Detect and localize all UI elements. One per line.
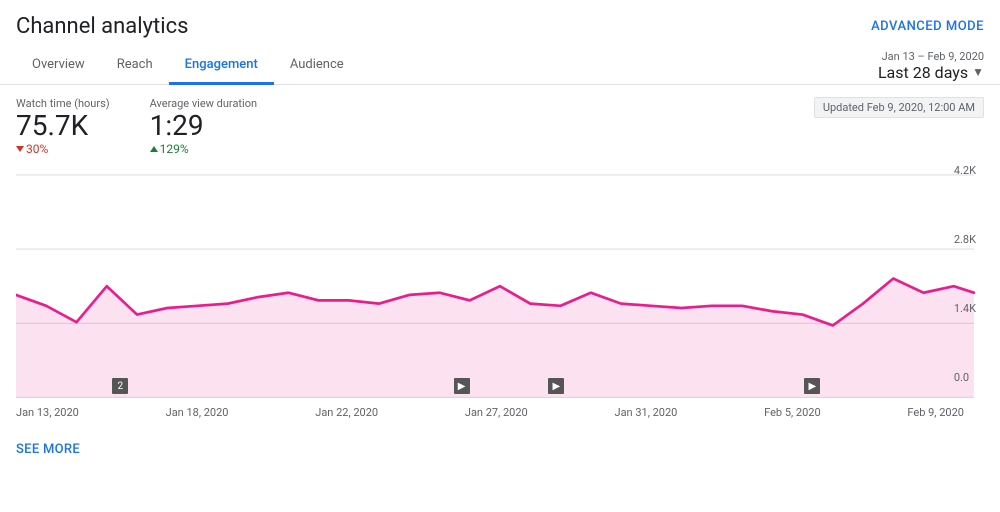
chart-svg bbox=[16, 164, 984, 404]
tabs-bar: Overview Reach Engagement Audience Jan 1… bbox=[0, 47, 1000, 85]
x-axis-labels: Jan 13, 2020 Jan 18, 2020 Jan 22, 2020 J… bbox=[16, 406, 984, 419]
watch-time-change: 30% bbox=[16, 142, 110, 156]
tab-audience[interactable]: Audience bbox=[274, 47, 360, 85]
date-range-label[interactable]: Last 28 days ▼ bbox=[878, 63, 984, 82]
x-label-3: Jan 22, 2020 bbox=[315, 406, 378, 419]
page-header: Channel analytics ADVANCED MODE bbox=[0, 0, 1000, 47]
content-area: Watch time (hours) 75.7K 30% Average vie… bbox=[0, 85, 1000, 469]
video-markers: 2 ▶ ▶ ▶ bbox=[16, 378, 964, 396]
x-label-4: Jan 27, 2020 bbox=[465, 406, 528, 419]
updated-badge: Updated Feb 9, 2020, 12:00 AM bbox=[814, 97, 984, 118]
x-label-6: Feb 5, 2020 bbox=[764, 406, 821, 419]
x-label-1: Jan 13, 2020 bbox=[16, 406, 79, 419]
advanced-mode-button[interactable]: ADVANCED MODE bbox=[871, 19, 984, 34]
x-label-5: Jan 31, 2020 bbox=[615, 406, 678, 419]
avg-view-duration-metric: Average view duration 1:29 129% bbox=[150, 97, 257, 156]
tab-reach[interactable]: Reach bbox=[101, 47, 169, 85]
video-marker-3[interactable]: ▶ bbox=[548, 378, 564, 394]
arrow-down-icon bbox=[16, 146, 24, 152]
metrics-row: Watch time (hours) 75.7K 30% Average vie… bbox=[16, 97, 984, 156]
video-marker-2[interactable]: ▶ bbox=[454, 378, 470, 394]
page-title: Channel analytics bbox=[16, 14, 188, 39]
chevron-down-icon: ▼ bbox=[972, 65, 984, 79]
avg-view-duration-change: 129% bbox=[150, 142, 257, 156]
date-range-selector[interactable]: Jan 13 – Feb 9, 2020 Last 28 days ▼ bbox=[878, 50, 984, 82]
date-range-dates: Jan 13 – Feb 9, 2020 bbox=[878, 50, 984, 63]
see-more-button[interactable]: SEE MORE bbox=[16, 442, 984, 457]
tab-overview[interactable]: Overview bbox=[16, 47, 101, 85]
video-marker-4[interactable]: ▶ bbox=[804, 378, 820, 394]
watch-time-metric: Watch time (hours) 75.7K 30% bbox=[16, 97, 110, 156]
x-label-2: Jan 18, 2020 bbox=[166, 406, 229, 419]
x-label-7: Feb 9, 2020 bbox=[907, 406, 964, 419]
chart-container: 4.2K 2.8K 1.4K 0.0 2 ▶ ▶ ▶ Jan bbox=[16, 164, 984, 434]
arrow-up-icon bbox=[150, 146, 158, 152]
video-marker-1[interactable]: 2 bbox=[112, 378, 128, 394]
tab-engagement[interactable]: Engagement bbox=[169, 47, 274, 85]
tabs-container: Overview Reach Engagement Audience bbox=[16, 47, 360, 84]
avg-view-duration-value: 1:29 bbox=[150, 112, 257, 140]
watch-time-value: 75.7K bbox=[16, 112, 110, 140]
